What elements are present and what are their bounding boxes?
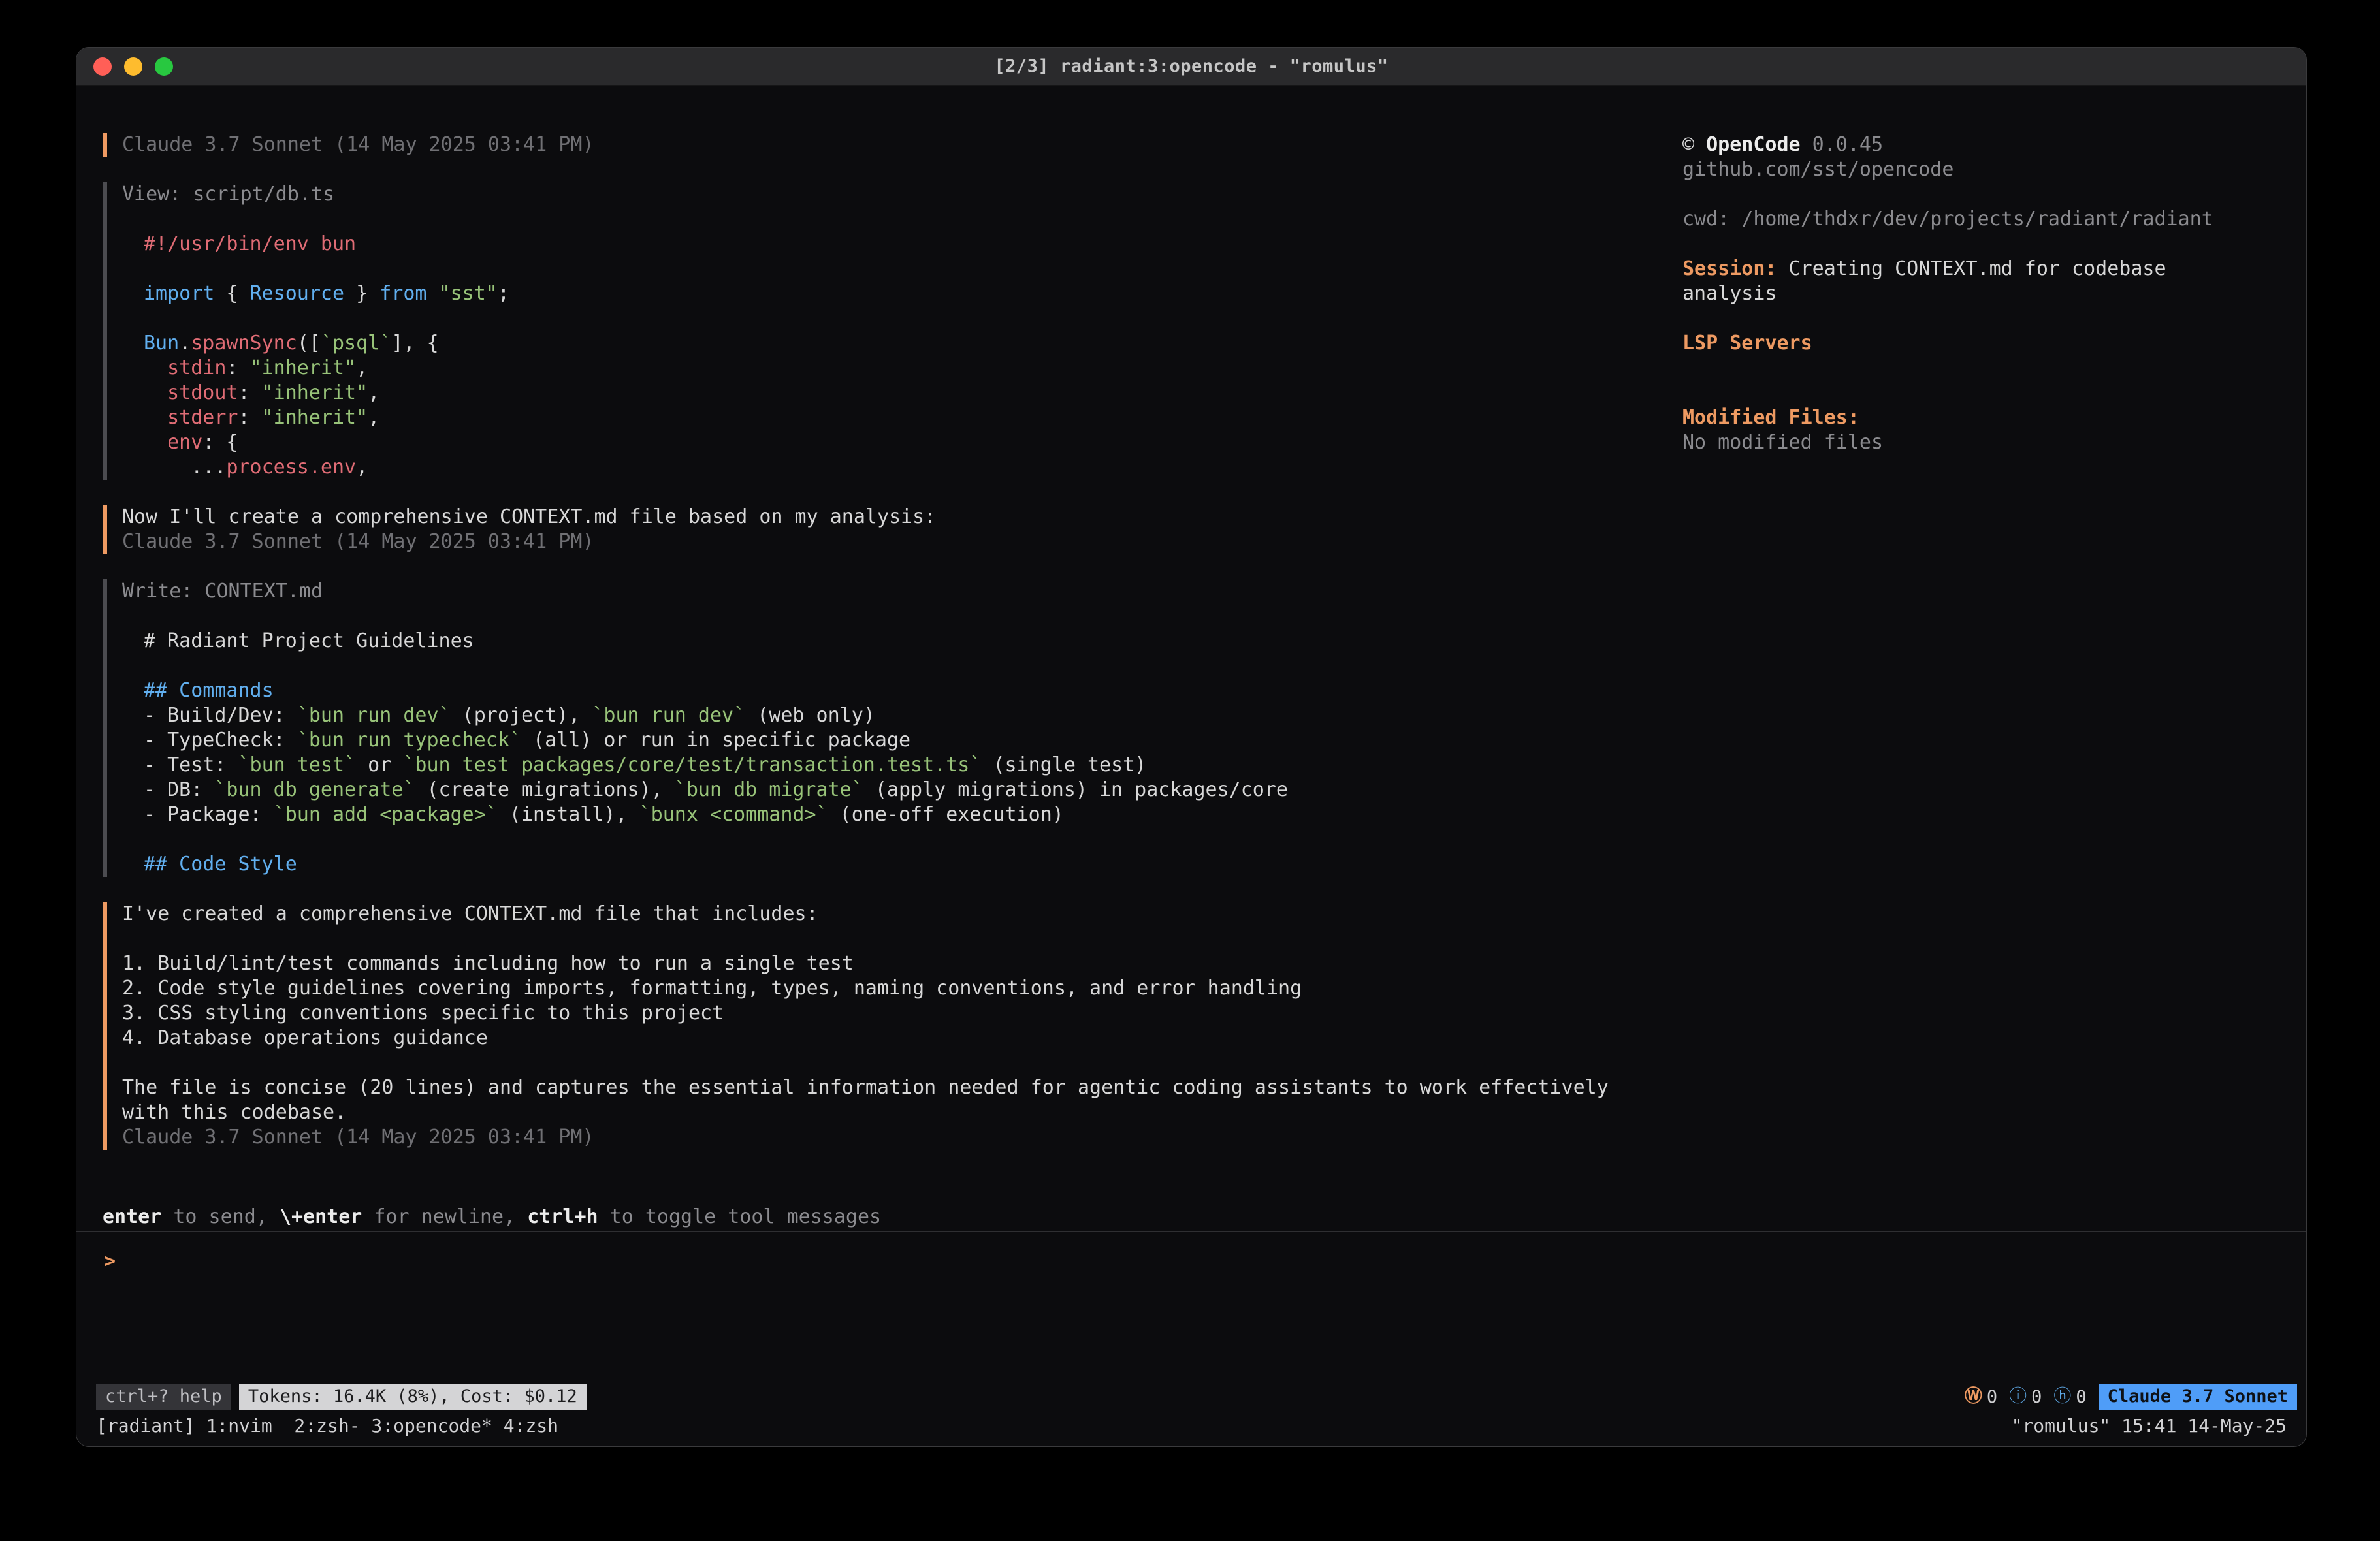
message-text: The file is concise (20 lines) and captu… <box>122 1075 1682 1100</box>
message-text: 4. Database operations guidance <box>122 1026 1682 1051</box>
assistant-message-block: Claude 3.7 Sonnet (14 May 2025 03:41 PM) <box>103 133 1682 157</box>
markdown-line: - Package: `bun add <package>` (install)… <box>144 802 1682 827</box>
code-line: stdout: "inherit", <box>144 381 1682 405</box>
markdown-line: - DB: `bun db generate` (create migratio… <box>144 778 1682 802</box>
modified-files-status: No modified files <box>1682 430 2287 455</box>
window-titlebar: [2/3] radiant:3:opencode - "romulus" <box>76 48 2306 86</box>
code-line: ...process.env, <box>144 455 1682 480</box>
blank-line <box>122 604 1682 629</box>
message-text <box>122 927 1682 951</box>
warning-icon: Ⓦ <box>1965 1385 1982 1408</box>
code-line: env: { <box>144 430 1682 455</box>
lsp-servers-heading: LSP Servers <box>1682 331 2287 356</box>
status-bar-right: Ⓦ 0 ⓘ 0 ⓗ 0 Claude 3.7 Sonnet <box>1965 1384 2297 1410</box>
modified-files-heading: Modified Files: <box>1682 405 2287 430</box>
message-meta: Claude 3.7 Sonnet (14 May 2025 03:41 PM) <box>122 530 1682 554</box>
markdown-line <box>144 654 1682 678</box>
tokens-cost-badge: Tokens: 16.4K (8%), Cost: $0.12 <box>239 1384 587 1410</box>
markdown-line <box>144 827 1682 852</box>
chat-area: Claude 3.7 Sonnet (14 May 2025 03:41 PM)… <box>76 133 1682 1205</box>
model-badge[interactable]: Claude 3.7 Sonnet <box>2099 1384 2297 1410</box>
markdown-line: - Build/Dev: `bun run dev` (project), `b… <box>144 703 1682 728</box>
info-icon: ⓘ <box>2009 1385 2027 1408</box>
blank-line <box>1682 182 2287 207</box>
message-text: with this codebase. <box>122 1100 1682 1125</box>
code-line: Bun.spawnSync([`psql`], { <box>144 331 1682 356</box>
message-text: I've created a comprehensive CONTEXT.md … <box>122 902 1682 927</box>
status-bar: ctrl+? help Tokens: 16.4K (8%), Cost: $0… <box>76 1381 2306 1412</box>
terminal-window: [2/3] radiant:3:opencode - "romulus" Cla… <box>76 47 2307 1447</box>
status-bar-left: ctrl+? help Tokens: 16.4K (8%), Cost: $0… <box>96 1384 587 1410</box>
markdown-line: ## Commands <box>144 678 1682 703</box>
minimize-button[interactable] <box>124 57 142 76</box>
diagnostics-hints: ⓗ 0 <box>2053 1385 2086 1408</box>
session-sidebar: © OpenCode 0.0.45 github.com/sst/opencod… <box>1682 133 2306 1205</box>
markdown-line: - Test: `bun test` or `bun test packages… <box>144 753 1682 778</box>
message-meta: Claude 3.7 Sonnet (14 May 2025 03:41 PM) <box>122 1125 1682 1150</box>
code-line <box>144 306 1682 331</box>
code-line: stderr: "inherit", <box>144 405 1682 430</box>
opencode-repo-url: github.com/sst/opencode <box>1682 157 2287 182</box>
info-count: 0 <box>2031 1387 2042 1407</box>
message-meta: Claude 3.7 Sonnet (14 May 2025 03:41 PM) <box>122 133 1682 157</box>
message-text <box>122 1051 1682 1075</box>
message-text: 1. Build/lint/test commands including ho… <box>122 951 1682 976</box>
close-button[interactable] <box>93 57 112 76</box>
hint-count: 0 <box>2076 1387 2086 1407</box>
code-snippet: #!/usr/bin/env bun import { Resource } f… <box>122 232 1682 480</box>
keyboard-hints: enter to send, \+enter for newline, ctrl… <box>103 1205 2306 1231</box>
hint-icon: ⓗ <box>2053 1385 2071 1408</box>
diagnostics-warnings: Ⓦ 0 <box>1965 1385 1997 1408</box>
blank-line <box>122 207 1682 232</box>
window-controls <box>93 48 173 85</box>
prompt-symbol: > <box>104 1250 116 1273</box>
message-text: 2. Code style guidelines covering import… <box>122 976 1682 1001</box>
message-text: Now I'll create a comprehensive CONTEXT.… <box>122 505 1682 530</box>
diagnostics-info: ⓘ 0 <box>2009 1385 2042 1408</box>
message-input[interactable]: > <box>76 1231 2306 1381</box>
zoom-button[interactable] <box>155 57 173 76</box>
tool-write-block: Write: CONTEXT.md # Radiant Project Guid… <box>103 579 1682 877</box>
markdown-line: # Radiant Project Guidelines <box>144 629 1682 654</box>
opencode-content: Claude 3.7 Sonnet (14 May 2025 03:41 PM)… <box>76 86 2306 1205</box>
markdown-preview: # Radiant Project Guidelines ## Commands… <box>122 629 1682 877</box>
code-line <box>144 257 1682 281</box>
tmux-status-bar: [radiant] 1:nvim 2:zsh- 3:opencode* 4:zs… <box>76 1412 2306 1446</box>
code-line: import { Resource } from "sst"; <box>144 281 1682 306</box>
help-shortcut-badge: ctrl+? help <box>96 1384 231 1410</box>
assistant-message-block: Now I'll create a comprehensive CONTEXT.… <box>103 505 1682 554</box>
assistant-message-block: I've created a comprehensive CONTEXT.md … <box>103 902 1682 1150</box>
cwd-path: cwd: /home/thdxr/dev/projects/radiant/ra… <box>1682 207 2287 232</box>
code-line: #!/usr/bin/env bun <box>144 232 1682 257</box>
opencode-brand: © OpenCode 0.0.45 <box>1682 133 2287 157</box>
tool-call-label: Write: CONTEXT.md <box>122 579 1682 604</box>
message-text: 3. CSS styling conventions specific to t… <box>122 1001 1682 1026</box>
tool-call-label: View: script/db.ts <box>122 182 1682 207</box>
tmux-window-list[interactable]: [radiant] 1:nvim 2:zsh- 3:opencode* 4:zs… <box>96 1414 558 1446</box>
warning-count: 0 <box>1987 1387 1997 1407</box>
blank-line <box>1682 306 2287 331</box>
tmux-session-info: "romulus" 15:41 14-May-25 <box>2012 1414 2287 1446</box>
markdown-line: ## Code Style <box>144 852 1682 877</box>
markdown-line: - TypeCheck: `bun run typecheck` (all) o… <box>144 728 1682 753</box>
blank-line <box>1682 232 2287 257</box>
blank-line <box>1682 356 2287 381</box>
code-line: stdin: "inherit", <box>144 356 1682 381</box>
blank-line <box>1682 381 2287 405</box>
tool-view-block: View: script/db.ts #!/usr/bin/env bun im… <box>103 182 1682 480</box>
window-title: [2/3] radiant:3:opencode - "romulus" <box>994 56 1388 76</box>
session-title-wrap: analysis <box>1682 281 2287 306</box>
session-title: Session: Creating CONTEXT.md for codebas… <box>1682 257 2287 281</box>
